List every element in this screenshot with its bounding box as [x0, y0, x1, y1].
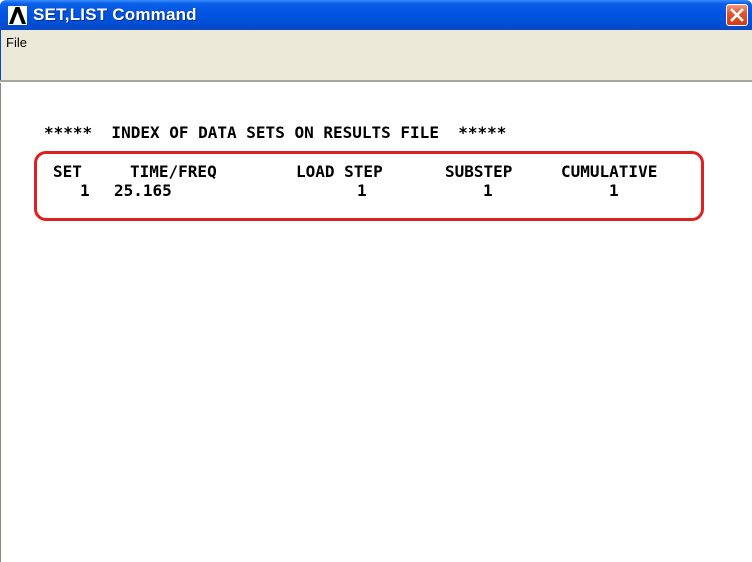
close-button[interactable]	[726, 4, 748, 26]
title-bar[interactable]: SET,LIST Command	[0, 0, 752, 30]
ansys-logo-icon	[8, 6, 27, 25]
highlight-box	[34, 151, 704, 221]
window-title: SET,LIST Command	[33, 5, 197, 24]
output-heading: ***** INDEX OF DATA SETS ON RESULTS FILE…	[44, 123, 507, 142]
menu-item-file[interactable]: File	[6, 35, 27, 50]
close-icon	[730, 8, 744, 22]
menu-bar: File	[0, 30, 752, 80]
